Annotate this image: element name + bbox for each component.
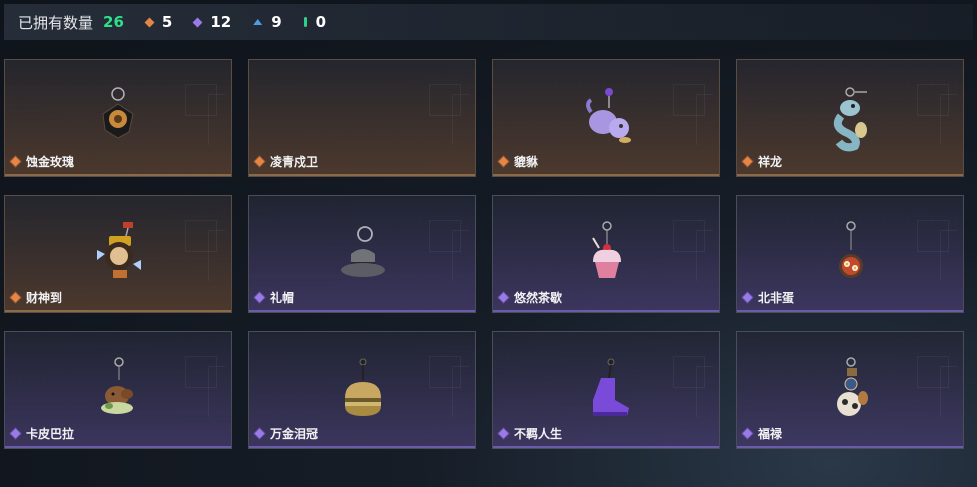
item-name: 礼帽	[270, 291, 295, 305]
purple-gem-icon	[498, 292, 509, 303]
purple-gem-icon	[192, 17, 203, 27]
capybara-pendant-icon	[101, 357, 133, 414]
purple-gem-icon	[742, 428, 753, 439]
item-name: 福禄	[758, 427, 783, 441]
item-name: 蚀金玫瑰	[26, 155, 75, 169]
blue-gem-icon	[253, 19, 263, 25]
item-card[interactable]: 凌青戍卫	[248, 59, 476, 177]
gold-rose-pendant-icon	[102, 87, 134, 139]
orange-gem-icon	[10, 292, 21, 303]
item-name: 万金泪冠	[270, 427, 319, 441]
top-hat-pendant-icon	[341, 226, 385, 277]
purple-gem-icon	[498, 428, 509, 439]
green-gem-icon	[303, 17, 307, 27]
pendant-grid: 蚀金玫瑰 凌青戍卫 貔貅 祥龙 财神到 礼帽 悠然茶歇 北非蛋 卡皮巴拉 万金泪…	[4, 59, 964, 449]
stat-value: 12	[210, 13, 232, 31]
orange-gem-icon	[498, 156, 509, 167]
item-card[interactable]: 蚀金玫瑰	[4, 59, 232, 177]
item-name: 财神到	[26, 291, 63, 305]
shakshuka-pendant-icon	[839, 221, 863, 278]
item-name: 北非蛋	[758, 291, 795, 305]
item-name: 不羁人生	[514, 427, 563, 441]
pixiu-pendant-icon	[586, 88, 631, 143]
item-card[interactable]: 不羁人生	[492, 331, 720, 449]
cupcake-pendant-icon	[592, 221, 621, 278]
orange-gem-icon	[10, 156, 21, 167]
item-card[interactable]: 祥龙	[736, 59, 964, 177]
item-name: 悠然茶歇	[514, 291, 563, 305]
item-card[interactable]: 财神到	[4, 195, 232, 313]
item-card[interactable]: 北非蛋	[736, 195, 964, 313]
owned-count: 26	[103, 13, 124, 31]
item-card[interactable]: 卡皮巴拉	[4, 331, 232, 449]
sneaker-pendant-icon	[593, 358, 629, 416]
lucky-charm-pendant-icon	[837, 357, 868, 416]
purple-gem-icon	[254, 292, 265, 303]
stat-green: 0	[303, 13, 327, 31]
purple-gem-icon	[742, 292, 753, 303]
fortune-god-pendant-icon	[97, 222, 141, 278]
burger-pendant-icon	[345, 358, 381, 416]
item-card[interactable]: 礼帽	[248, 195, 476, 313]
orange-gem-icon	[144, 17, 155, 27]
stat-orange: 5	[144, 13, 173, 31]
dragon-pendant-icon	[833, 87, 867, 152]
item-card[interactable]: 万金泪冠	[248, 331, 476, 449]
item-name: 貔貅	[514, 155, 539, 169]
inventory-header: 已拥有数量 26 5 12 9 0	[4, 4, 973, 40]
stat-value: 5	[161, 13, 173, 31]
stat-blue: 9	[253, 13, 282, 31]
item-name: 卡皮巴拉	[26, 427, 75, 441]
owned-label: 已拥有数量	[18, 13, 94, 32]
orange-gem-icon	[742, 156, 753, 167]
item-card[interactable]: 福禄	[736, 331, 964, 449]
purple-gem-icon	[10, 428, 21, 439]
item-name: 祥龙	[758, 155, 783, 169]
item-name: 凌青戍卫	[270, 155, 319, 169]
purple-gem-icon	[254, 428, 265, 439]
stat-value: 0	[315, 13, 327, 31]
orange-gem-icon	[254, 156, 265, 167]
item-card[interactable]: 悠然茶歇	[492, 195, 720, 313]
item-card[interactable]: 貔貅	[492, 59, 720, 177]
stat-purple: 12	[192, 13, 232, 31]
stat-value: 9	[271, 13, 282, 31]
